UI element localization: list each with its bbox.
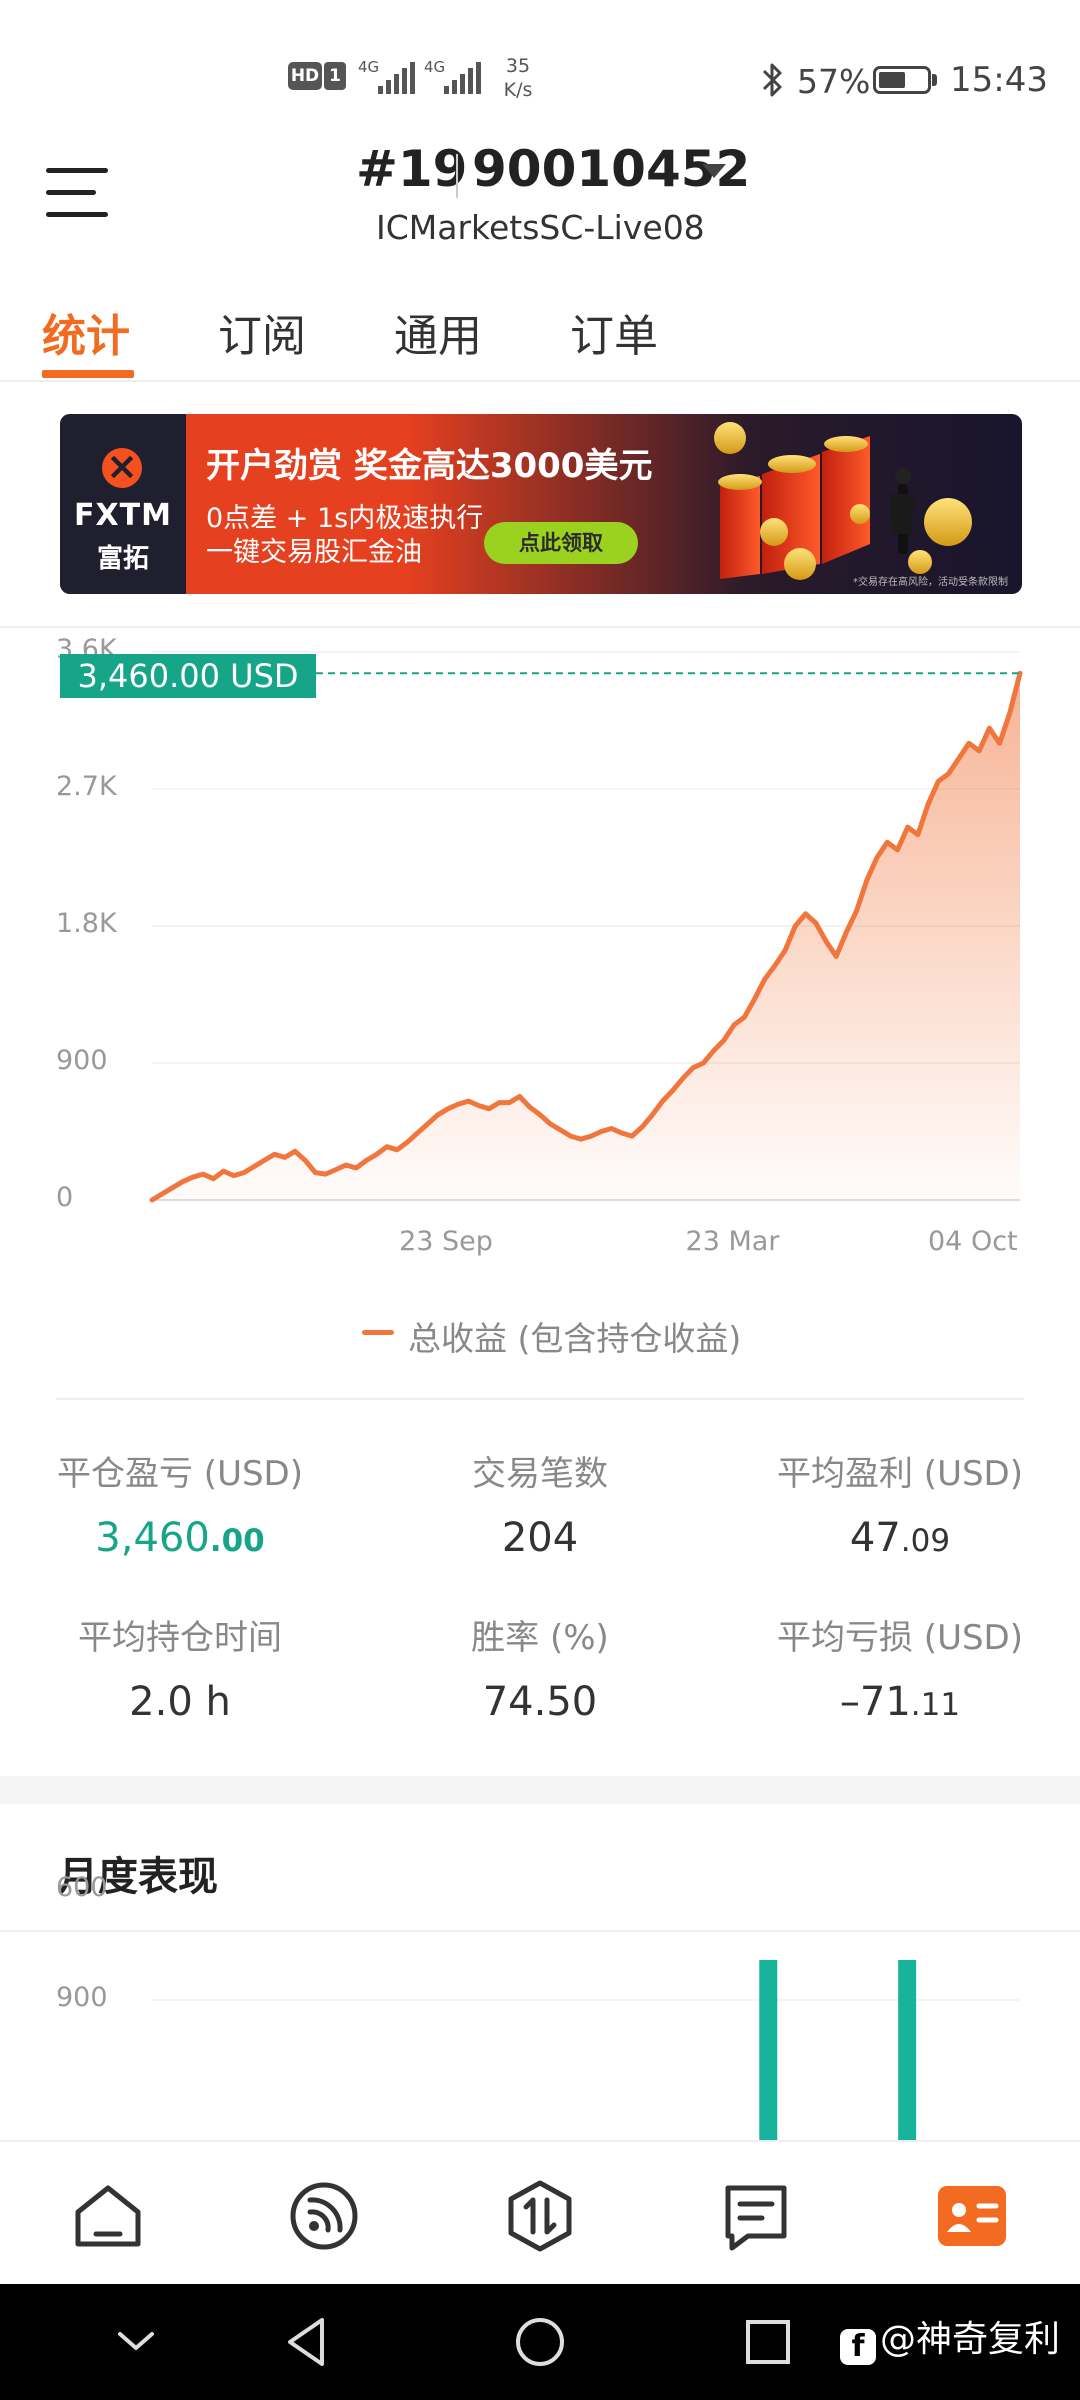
monthly-y-tick-label: 600 [56,1872,108,1903]
bottom-nav [0,2140,1080,2284]
hd-voice-indicator: HD [288,62,322,90]
stat-avg-profit: 平均盈利 (USD) 47.09 [720,1446,1080,1561]
title-separator [456,154,458,198]
battery-tip [932,74,937,86]
battery-icon [873,66,931,94]
back-icon[interactable] [276,2310,340,2374]
nav-profile[interactable] [934,2178,1010,2254]
fxtm-logo-cn: 富拓 [96,544,149,574]
home-circle-icon[interactable] [508,2310,572,2374]
nav-signals[interactable] [286,2178,362,2254]
stat-value: –71.11 [839,1679,961,1725]
promo-banner[interactable]: FXTM 富拓 开户劲赏 奖金高达3000美元 0点差 + 1s内极速执行 一键… [60,414,1022,594]
sim-indicator: 1 [324,62,346,90]
stat-value: 204 [501,1515,579,1561]
banner-line-2: 一键交易股汇金油 [206,537,422,568]
tab-subscribe[interactable]: 订阅 [218,300,306,364]
stat-label: 交易笔数 [472,1454,608,1494]
tab-orders[interactable]: 订单 [570,300,658,364]
banner-disclaimer: *交易存在高风险，活动受条款限制 [853,577,1008,588]
x-tick-label: 23 Sep [399,1226,493,1257]
section-gap [0,1776,1080,1804]
y-tick-label: 900 [56,1045,108,1076]
home-icon [75,2185,141,2247]
chevron-down-icon[interactable] [702,164,726,178]
stat-trade-count: 交易笔数 204 [360,1446,720,1561]
tabs-divider [0,380,1080,382]
server-name: ICMarketsSC-Live08 [376,208,705,247]
system-nav-bar: f @神奇复利 [0,2284,1080,2400]
strategy-title: #19 [356,140,468,198]
battery-fill [879,72,906,88]
tab-statistics[interactable]: 统计 [42,300,130,364]
stat-label: 平均持仓时间 [78,1618,282,1658]
banner-headline: 开户劲赏 奖金高达3000美元 [206,446,653,486]
stat-win-rate: 胜率 (%) 74.50 [360,1610,720,1725]
battery-percent: 57% [797,62,871,101]
nav-news[interactable] [718,2178,794,2254]
stat-value: 74.50 [482,1679,598,1725]
tab-bar: 统计 订阅 通用 订单 [0,290,1080,382]
stat-closed-pnl: 平仓盈亏 (USD) 3,460.00 [0,1446,360,1561]
nav-trade[interactable] [502,2178,578,2254]
x-tick-label: 04 Oct [928,1226,1018,1257]
stat-label: 胜率 (%) [471,1618,609,1658]
stat-value: 47.09 [849,1515,951,1561]
x-tick-label: 23 Mar [685,1226,780,1257]
monthly-y-tick-label: 900 [56,1982,108,2013]
collapse-chevron-icon[interactable] [104,2310,168,2374]
current-value-tag: 3,460.00 USD [60,654,316,698]
clock: 15:43 [950,60,1048,100]
y-tick-label: 0 [56,1182,74,1213]
equity-chart[interactable] [0,628,1080,1228]
network-type-2: 4G [424,58,446,76]
legend-label: 总收益 (包含持仓收益) [408,1319,742,1358]
watermark: f @神奇复利 [840,2312,1060,2368]
active-tab-indicator [42,370,134,378]
menu-button[interactable] [46,166,110,222]
network-type-1: 4G [358,58,380,76]
stat-value: 2.0 h [129,1679,231,1725]
menu-icon-bar-3 [46,212,108,217]
bluetooth-icon [762,63,782,97]
nav-home[interactable] [70,2178,146,2254]
stat-label: 平仓盈亏 (USD) [57,1454,303,1494]
monthly-divider [0,1930,1080,1932]
y-tick-label: 2.7K [56,771,117,802]
menu-icon-bar-2 [46,190,96,195]
tab-general[interactable]: 通用 [394,300,482,364]
monthly-bar[interactable] [898,1960,917,2140]
news-icon [725,2185,787,2251]
menu-icon-bar-1 [46,168,108,173]
recents-icon[interactable] [736,2310,800,2374]
status-bar: HD 1 4G 4G 35 K/s 57% 15:43 [0,0,1080,150]
watermark-logo-icon: f [840,2329,876,2365]
banner-cta-button[interactable]: 点此领取 [484,522,638,564]
stat-value: 3,460.00 [95,1515,265,1561]
legend-swatch [362,1330,394,1335]
stat-avg-hold-time: 平均持仓时间 2.0 h [0,1610,360,1725]
monthly-bar[interactable] [759,1960,778,2140]
trade-icon [508,2180,572,2252]
stat-avg-loss: 平均亏损 (USD) –71.11 [720,1610,1080,1725]
chart-divider [56,1398,1024,1400]
banner-coins-illustration [714,422,972,580]
fxtm-logo-mark [102,444,142,488]
signals-icon [290,2182,358,2250]
fxtm-logo: FXTM 富拓 [60,414,186,594]
equity-area [152,673,1020,1200]
stat-label: 平均亏损 (USD) [777,1618,1023,1658]
stat-label: 平均盈利 (USD) [777,1454,1023,1494]
network-speed: 35 K/s [503,55,533,101]
profile-card-icon [938,2186,1006,2246]
monthly-chart[interactable] [0,1960,1080,2140]
fxtm-logo-text: FXTM [74,498,172,533]
y-tick-label: 1.8K [56,908,117,939]
